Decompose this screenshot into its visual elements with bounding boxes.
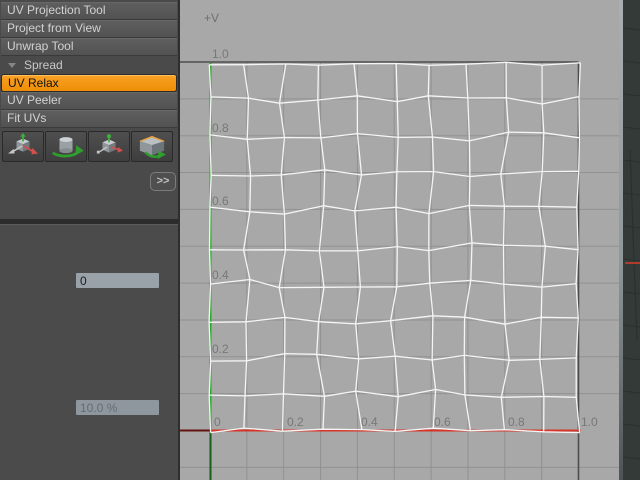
triangle-down-icon <box>8 63 16 68</box>
transform-tool-icon <box>90 133 128 161</box>
spread-tool-list: UV Relax UV Peeler Fit UVs <box>0 74 178 128</box>
tool-list: UV Projection Tool Project from View Unw… <box>0 0 178 56</box>
percent-field[interactable] <box>76 400 159 415</box>
3d-view-wireframe <box>623 0 640 480</box>
unwrap-box-tool-button[interactable] <box>131 131 173 162</box>
transform-tool-button[interactable] <box>88 131 130 162</box>
iterations-field[interactable] <box>76 273 159 288</box>
spread-section-header[interactable]: Spread <box>0 57 178 74</box>
3d-viewport-sliver[interactable] <box>623 0 640 480</box>
tool-properties-panel <box>0 225 178 480</box>
rotate-tool-icon <box>47 133 85 161</box>
uv-grid-canvas <box>180 0 619 480</box>
move-tool-icon <box>4 133 42 161</box>
tool-item-uv-peeler[interactable]: UV Peeler <box>1 92 177 110</box>
move-tool-button[interactable] <box>2 131 44 162</box>
application-window: UV Projection Tool Project from View Unw… <box>0 0 640 480</box>
tool-panel: UV Projection Tool Project from View Unw… <box>0 0 180 480</box>
transform-tool-buttons <box>2 131 177 162</box>
tool-item-uv-projection[interactable]: UV Projection Tool <box>1 2 177 20</box>
unwrap-box-tool-icon <box>133 133 171 161</box>
tool-item-unwrap[interactable]: Unwrap Tool <box>1 38 177 56</box>
spread-section-label: Spread <box>24 57 63 74</box>
tool-item-uv-relax[interactable]: UV Relax <box>1 74 177 92</box>
tool-item-fit-uvs[interactable]: Fit UVs <box>1 110 177 128</box>
tool-item-project-from-view[interactable]: Project from View <box>1 20 177 38</box>
uv-viewport[interactable]: +V 1.0 0.8 0.6 0.4 0.2 0 0.2 0.4 0.6 0.8… <box>180 0 619 480</box>
more-options-button[interactable]: >> <box>150 172 176 191</box>
v-axis-label: +V <box>204 11 219 25</box>
rotate-tool-button[interactable] <box>45 131 87 162</box>
